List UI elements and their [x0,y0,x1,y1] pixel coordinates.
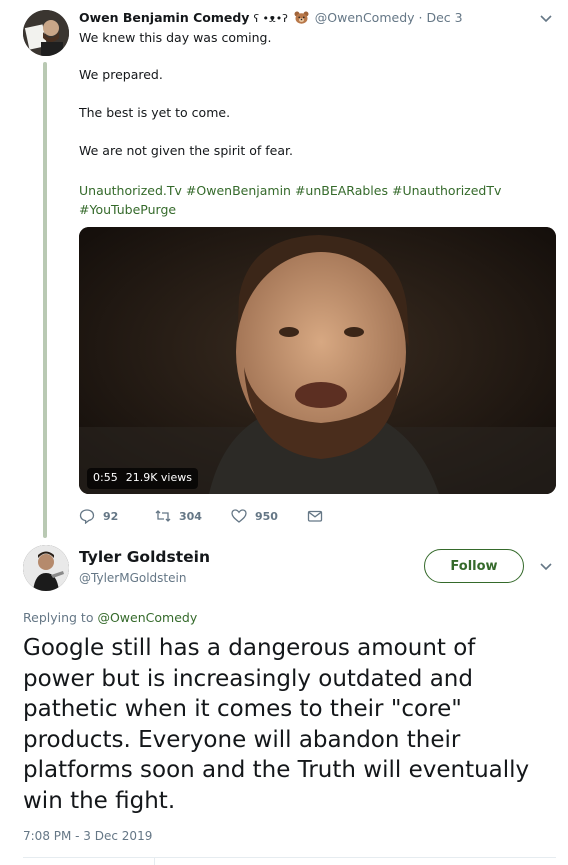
reply-button[interactable]: 92 [79,508,155,524]
reply-count: 92 [103,509,119,523]
chevron-down-icon[interactable] [540,12,552,26]
chevron-down-icon[interactable] [540,560,552,574]
tweet-actions: 92 304 950 [79,508,323,524]
video-stats-badge: 0:55 21.9K views [87,468,198,489]
header-separator: · [418,10,423,25]
thread-connector-line [43,62,47,538]
avatar[interactable] [23,10,69,56]
video-views: 21.9K views [125,471,192,484]
hashtag-unbearables[interactable]: #unBEARables [295,183,388,198]
envelope-icon [307,510,323,522]
direct-message-button[interactable] [307,508,323,524]
tweet-links: Unauthorized.Tv #OwenBenjamin #unBEARabl… [79,181,501,219]
heart-icon [231,509,247,523]
hashtag-owenbenjamin[interactable]: #OwenBenjamin [186,183,291,198]
author-handle[interactable]: @OwenComedy [315,10,415,25]
hashtag-unauthorizedtv[interactable]: #UnauthorizedTv [392,183,501,198]
reply-icon [79,509,95,524]
follow-button[interactable]: Follow [424,549,524,583]
avatar-image [23,545,69,591]
tweet-text-line: We knew this day was coming. [79,30,272,45]
replying-mention[interactable]: @OwenComedy [97,610,197,625]
replying-to: Replying to @OwenComedy [23,610,197,625]
divider-vertical [154,857,155,865]
name-emoticon: ʕ •ᴥ•ʔ [253,12,288,25]
tweet-timestamp[interactable]: 7:08 PM - 3 Dec 2019 [23,829,152,843]
tweet-text-line: We prepared. [79,67,163,82]
video-thumbnail [79,227,556,494]
like-count: 950 [255,509,278,523]
author-name[interactable]: Owen Benjamin Comedy [79,10,249,25]
video-player[interactable]: 0:55 21.9K views [79,227,556,494]
avatar[interactable] [23,545,69,591]
hashtag-youtubepurge[interactable]: #YouTubePurge [79,202,176,217]
retweet-icon [155,510,171,522]
tweet-text-line: The best is yet to come. [79,105,231,120]
tweet-body: Google still has a dangerous amount of p… [23,635,530,814]
retweet-count: 304 [179,509,202,523]
like-button[interactable]: 950 [231,508,307,524]
video-duration: 0:55 [93,471,118,484]
tweet-date[interactable]: Dec 3 [426,10,462,25]
avatar-image [23,10,69,56]
replying-prefix: Replying to [23,610,94,625]
tweet-header: Owen Benjamin Comedy ʕ •ᴥ•ʔ @OwenComedy … [79,10,463,27]
tweet-text-line: We are not given the spirit of fear. [79,143,293,158]
retweet-button[interactable]: 304 [155,508,231,524]
divider [23,857,556,858]
author-handle[interactable]: @TylerMGoldstein [79,571,186,585]
bear-face-icon [294,11,309,24]
author-name[interactable]: Tyler Goldstein [79,548,210,566]
link-unauthorized-tv[interactable]: Unauthorized.Tv [79,183,182,198]
